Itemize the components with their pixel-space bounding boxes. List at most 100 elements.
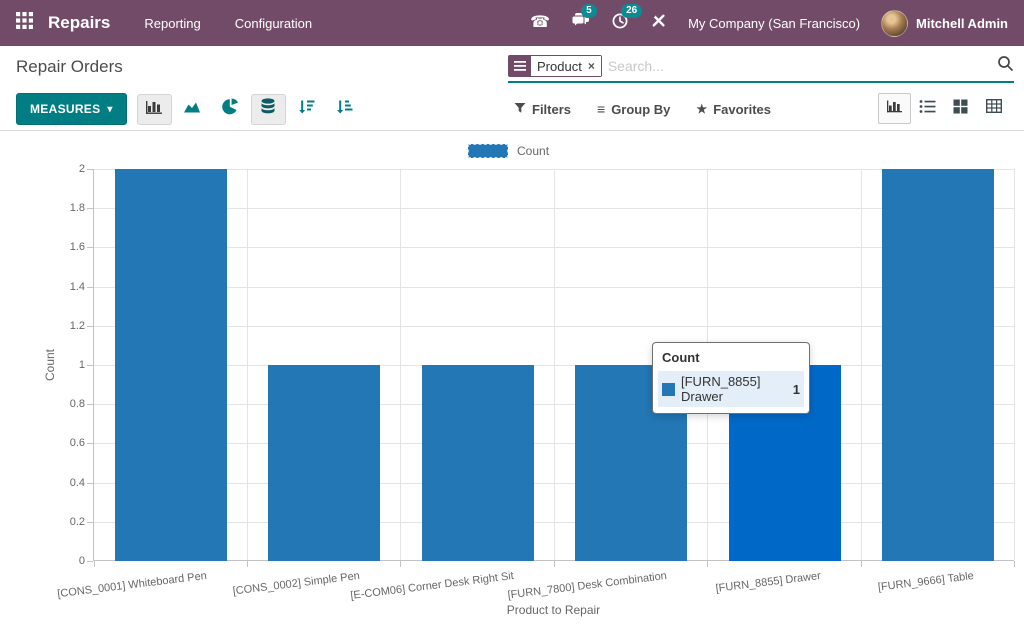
x-tickmark (707, 561, 708, 567)
activities-button[interactable]: 26 (611, 12, 629, 35)
user-avatar (881, 10, 908, 37)
company-switcher[interactable]: My Company (San Francisco) (688, 16, 860, 31)
y-tickmark (87, 287, 93, 288)
tooltip-swatch (662, 383, 675, 396)
sort-desc-icon (298, 99, 315, 120)
search-input[interactable] (608, 58, 997, 74)
debug-tools-button[interactable] (650, 12, 667, 34)
kanban-view-icon (953, 99, 968, 119)
y-tickmark (87, 443, 93, 444)
legend-label: Count (517, 144, 549, 158)
page: Repairs Reporting Configuration ☎ 5 (0, 0, 1024, 624)
y-tick-label: 1.6 (41, 241, 85, 253)
chart-type-line-button[interactable] (175, 94, 210, 125)
view-switcher (878, 93, 1010, 124)
stacked-toggle-button[interactable] (251, 94, 286, 125)
top-navbar: Repairs Reporting Configuration ☎ 5 (0, 0, 1024, 46)
filters-label: Filters (532, 102, 571, 117)
facet-remove-icon[interactable]: × (588, 56, 601, 76)
pivot-view-icon (986, 99, 1002, 118)
graph-view: Count Count 00.20.40.60.811.21.41.61.82[… (0, 131, 1024, 624)
pie-chart-icon (222, 98, 239, 120)
x-tickmark (861, 561, 862, 567)
sort-asc-icon (336, 99, 353, 120)
list-view-icon (919, 99, 936, 119)
chart-bar[interactable] (115, 169, 227, 561)
voip-button[interactable]: ☎ (530, 15, 550, 31)
apps-grid-icon (16, 12, 33, 34)
tooltip-value: 1 (793, 382, 800, 397)
y-tick-label: 2 (41, 163, 85, 175)
groupby-icon: ≡ (597, 101, 605, 117)
y-tick-label: 0.2 (41, 516, 85, 528)
x-tickmark (1014, 561, 1015, 567)
x-tickmark (247, 561, 248, 567)
x-gridline (554, 169, 555, 560)
y-tickmark (87, 326, 93, 327)
chart-bar[interactable] (882, 169, 994, 561)
y-tick-label: 1.8 (41, 202, 85, 214)
messages-button[interactable]: 5 (571, 12, 590, 34)
search-bar: Product × (508, 55, 1014, 83)
control-panel: Repair Orders Product × (0, 46, 1024, 131)
groupby-label: Group By (611, 102, 670, 117)
chart-plot-area: Count 00.20.40.60.811.21.41.61.82[CONS_0… (93, 169, 1014, 561)
y-tick-label: 0.6 (41, 437, 85, 449)
activities-badge: 26 (621, 4, 642, 18)
favorites-menu-button[interactable]: ★ Favorites (696, 102, 771, 117)
messages-badge: 5 (581, 4, 597, 18)
view-kanban-button[interactable] (944, 93, 977, 124)
menu-configuration[interactable]: Configuration (233, 12, 314, 35)
y-tick-label: 0 (41, 555, 85, 567)
chart-type-pie-button[interactable] (213, 94, 248, 125)
y-tick-label: 1 (41, 359, 85, 371)
measures-label: MEASURES (30, 102, 100, 116)
x-gridline (400, 169, 401, 560)
apps-menu-button[interactable] (16, 12, 33, 34)
sort-ascending-button[interactable] (327, 94, 362, 125)
groupby-menu-button[interactable]: ≡ Group By (597, 101, 670, 117)
phone-icon: ☎ (530, 15, 550, 31)
graph-view-icon (886, 98, 903, 119)
search-facet-product[interactable]: Product × (508, 55, 602, 77)
facet-label: Product (531, 56, 588, 76)
x-tickmark (94, 561, 95, 567)
legend-item-count[interactable]: Count (468, 144, 549, 158)
x-tickmark (554, 561, 555, 567)
chart-tooltip: Count [FURN_8855] Drawer 1 (652, 342, 810, 414)
tooltip-title: Count (662, 350, 800, 365)
chart-type-bar-button[interactable] (137, 94, 172, 125)
y-tickmark (87, 208, 93, 209)
view-list-button[interactable] (911, 93, 944, 124)
menu-reporting[interactable]: Reporting (142, 12, 202, 35)
tools-icon (650, 12, 667, 34)
app-name[interactable]: Repairs (48, 13, 110, 33)
x-gridline (247, 169, 248, 560)
y-tickmark (87, 404, 93, 405)
tooltip-label: [FURN_8855] Drawer (681, 374, 784, 404)
chart-bar[interactable] (268, 365, 380, 561)
filters-menu-button[interactable]: Filters (514, 102, 571, 117)
user-name: Mitchell Admin (916, 16, 1008, 31)
y-tickmark (87, 365, 93, 366)
x-tickmark (400, 561, 401, 567)
bar-chart-icon (145, 98, 163, 120)
search-icon[interactable] (997, 55, 1014, 77)
view-graph-button[interactable] (878, 93, 911, 124)
area-chart-icon (183, 99, 201, 120)
y-tick-label: 0.4 (41, 477, 85, 489)
x-axis-title: Product to Repair (93, 603, 1014, 617)
y-tickmark (87, 561, 93, 562)
y-tickmark (87, 483, 93, 484)
y-tickmark (87, 169, 93, 170)
view-pivot-button[interactable] (977, 93, 1010, 124)
favorites-label: Favorites (713, 102, 771, 117)
measures-button[interactable]: MEASURES ▾ (16, 93, 127, 125)
y-tick-label: 0.8 (41, 398, 85, 410)
x-gridline (1014, 169, 1015, 560)
y-tick-label: 1.2 (41, 320, 85, 332)
chart-bar[interactable] (422, 365, 534, 561)
sort-descending-button[interactable] (289, 94, 324, 125)
user-menu[interactable]: Mitchell Admin (881, 10, 1008, 37)
caret-down-icon: ▾ (107, 104, 112, 115)
